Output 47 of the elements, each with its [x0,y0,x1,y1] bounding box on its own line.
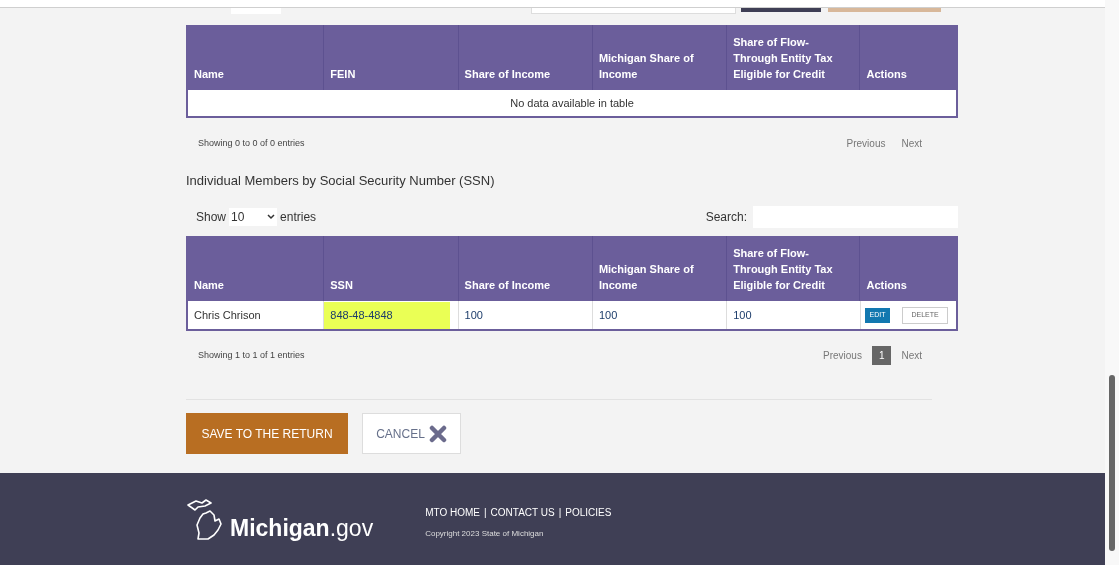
tan-button[interactable] [828,7,941,12]
pagination-link[interactable]: Next [895,135,928,151]
cell-text: Chris Chrison [194,308,261,324]
link-separator: | [558,505,562,520]
column-header[interactable]: Michigan Share of Income [598,261,721,294]
search-field[interactable] [531,7,736,14]
close-icon [428,424,447,443]
cell-text: 100 [598,308,618,324]
column-header[interactable]: Share of Income [464,277,551,294]
pagination-link[interactable]: Previous [816,348,868,364]
column-header[interactable]: FEIN [330,65,356,82]
cell-text: 100 [733,308,752,324]
entries-select[interactable]: 10 [229,208,278,227]
pagination-link[interactable]: Next [895,348,928,364]
cell-text: 848-48-4848 [324,302,451,329]
page-button[interactable]: 1 [871,346,892,366]
link-separator: | [484,505,487,520]
length-select[interactable] [231,7,281,14]
column-header[interactable]: Share of Flow-Through Entity Tax Eligible for Credit [733,245,854,294]
entries-label: entries [280,209,317,227]
empty-message: No data available in table [188,89,956,116]
show-label: Show [196,209,227,227]
chevron-down-icon [267,214,276,221]
footer-link[interactable]: POLICIES [565,504,612,520]
search-label: Search: [705,209,747,227]
section-title: Individual Members by Social Security Number (SSN) [186,171,496,190]
column-header[interactable]: Michigan Share of Income [598,49,721,82]
table-info: Showing 1 to 1 of 1 entries [198,349,305,363]
column-header[interactable]: Actions [866,277,907,294]
pagination-link[interactable]: Previous [840,135,892,151]
dark-button[interactable] [741,7,821,12]
scrollbar-thumb[interactable] [1109,375,1115,551]
column-header[interactable]: Actions [866,65,907,82]
column-header[interactable]: Name [194,65,224,82]
save-button[interactable]: SAVE TO THE RETURN [186,413,348,455]
column-header[interactable]: Name [194,277,224,294]
site-logo[interactable]: Michigan.gov [230,515,374,542]
table-info: Showing 0 to 0 of 0 entries [198,136,305,150]
cancel-button[interactable]: CANCEL [362,413,461,455]
copyright-text: Copyright 2023 State of Michigan [425,527,545,540]
footer-link[interactable]: CONTACT US [490,504,555,520]
cell-text: 100 [464,308,483,324]
column-header[interactable]: SSN [330,277,353,294]
footer-link[interactable]: MTO HOME [425,504,480,520]
column-header[interactable]: Share of Flow-Through Entity Tax Eligible for Credit [733,33,854,82]
scrollbar[interactable] [1105,0,1119,565]
column-header[interactable]: Share of Income [464,65,551,82]
